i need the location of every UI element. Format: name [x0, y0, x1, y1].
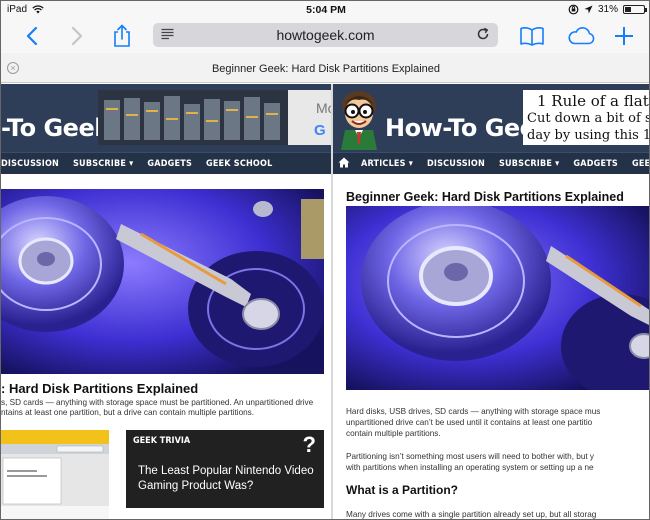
status-bar: iPad 5:04 PM 31% [1, 1, 649, 19]
screenshot-thumbnail-image [1, 430, 109, 519]
paragraph-1-line-3: contain multiple partitions. [346, 429, 441, 438]
tab-title[interactable]: Beginner Geek: Hard Disk Partitions Expl… [1, 63, 649, 75]
nav-gadgets[interactable]: GADGETS [147, 159, 192, 169]
battery-level [625, 7, 631, 12]
site-nav-items-right: ARTICLES ▾ DISCUSSION SUBSCRIBE ▾ GADGETS GE… [361, 159, 649, 169]
forward-button[interactable] [64, 23, 90, 49]
status-right: 31% [568, 4, 647, 15]
ipad-screen: iPad 5:04 PM 31% howtogeek.com × Beginne… [0, 0, 650, 520]
battery-percent: 31% [597, 4, 618, 15]
nav-articles[interactable]: ARTICLES ▾ [361, 159, 413, 169]
site-nav-items: DISCUSSION SUBSCRIBE ▾ GADGETS GEEK SCHOOL [1, 159, 286, 169]
geek-trivia-box[interactable]: GEEK TRIVIA ? The Least Popular Nintendo… [126, 430, 324, 508]
back-button[interactable] [19, 23, 45, 49]
site-logo[interactable]: -To Geek [1, 114, 110, 142]
share-button[interactable] [109, 23, 135, 49]
browser-toolbar: howtogeek.com [1, 19, 649, 53]
location-icon [584, 5, 593, 14]
bookmarks-button[interactable] [519, 23, 545, 49]
article-title: Beginner Geek: Hard Disk Partitions Expl… [346, 190, 624, 204]
new-tab-button[interactable] [611, 23, 637, 49]
clock: 5:04 PM [306, 4, 346, 16]
book-icon [520, 27, 544, 46]
tab-switcher-right-page[interactable]: How-To Geek 1 Rule of a flat Cut down a … [333, 84, 650, 519]
url-text: howtogeek.com [276, 27, 375, 43]
ad-line-2: Cut down a bit of s [527, 111, 650, 126]
paragraph-1-line-2: unpartitioned drive can’t be used until … [346, 418, 593, 427]
paragraph-3: Many drives come with a single partition… [346, 510, 597, 519]
chevron-left-icon [26, 26, 38, 46]
nav-discussion-right[interactable]: DISCUSSION [427, 159, 485, 169]
ad-line-3: day by using this 1 w [527, 128, 649, 143]
site-nav-right: ARTICLES ▾ DISCUSSION SUBSCRIBE ▾ GADGETS GE… [333, 152, 649, 174]
battery-icon [623, 5, 647, 14]
trivia-tag: GEEK TRIVIA [133, 436, 191, 446]
ad-text: Mo [316, 100, 331, 116]
geek-mascot-icon[interactable] [335, 86, 383, 150]
home-icon[interactable] [338, 157, 350, 168]
trivia-question[interactable]: The Least Popular Nintendo Video Gaming … [138, 464, 318, 494]
article-headline[interactable]: : Hard Disk Partitions Explained [1, 381, 198, 396]
article-hero-image[interactable] [1, 189, 324, 374]
hard-disk-photo [1, 189, 324, 374]
nav-geek-school[interactable]: GEEK SCHOOL [206, 159, 272, 169]
paragraph-2-line-2: with partitions when installing an opera… [346, 463, 594, 472]
ad-logo-fragment: G [314, 122, 326, 139]
chevron-right-icon [71, 26, 83, 46]
nav-subscribe-right[interactable]: SUBSCRIBE ▾ [499, 159, 559, 169]
ad-server-photo [98, 90, 288, 145]
hard-disk-photo-right [346, 206, 649, 390]
nav-gadgets-right[interactable]: GADGETS [573, 159, 618, 169]
site-header: -To Geek M G [1, 84, 331, 152]
windows-screenshot-thumbnail[interactable] [1, 430, 109, 519]
section-heading: What is a Partition? [346, 483, 459, 497]
question-mark-icon: ? [302, 432, 316, 457]
nav-subscribe[interactable]: SUBSCRIBE ▾ [73, 159, 133, 169]
site-nav: DISCUSSION SUBSCRIBE ▾ GADGETS GEEK SCHOOL [1, 152, 331, 174]
nav-discussion[interactable]: DISCUSSION [1, 159, 59, 169]
nav-geek-school-right[interactable]: GEEK SCHOOL [632, 159, 649, 169]
address-bar[interactable]: howtogeek.com [153, 23, 498, 47]
site-header-right: How-To Geek 1 Rule of a flat Cut down a … [333, 84, 650, 152]
article-image[interactable] [346, 206, 649, 390]
paragraph-1-line-1: Hard disks, USB drives, SD cards — anyth… [346, 407, 601, 416]
orientation-lock-icon [568, 4, 579, 15]
reload-icon[interactable] [475, 26, 491, 42]
tab-bar: × Beginner Geek: Hard Disk Partitions Ex… [1, 53, 649, 83]
icloud-tabs-button[interactable] [566, 23, 596, 49]
ad-line-1: 1 Rule of a flat [537, 92, 649, 110]
article-summary-line-2: ntains at least one partition, but a dri… [1, 408, 255, 417]
share-icon [114, 24, 130, 47]
paragraph-2-line-1: Partitioning isn’t something most users … [346, 452, 595, 461]
cloud-icon [568, 27, 595, 45]
ad-banner-right[interactable]: 1 Rule of a flat Cut down a bit of s day… [523, 90, 650, 145]
ad-banner[interactable]: Mo G [98, 90, 331, 145]
tab-switcher-left-page[interactable]: -To Geek M G DISCUSSION SUBSCRIBE ▾ GADG… [1, 84, 331, 519]
plus-icon [615, 27, 633, 45]
